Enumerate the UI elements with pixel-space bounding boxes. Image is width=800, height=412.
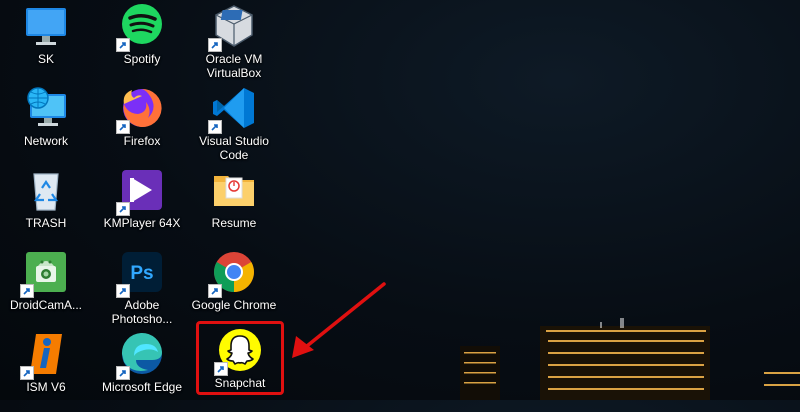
firefox-icon: [116, 84, 166, 134]
ism-icon: [20, 330, 70, 380]
shortcut-arrow-icon: [116, 120, 130, 134]
shortcut-arrow-icon: [208, 120, 222, 134]
desktop-icon-label: Oracle VM VirtualBox: [205, 52, 263, 80]
desktop-icon-spotify[interactable]: Spotify: [98, 2, 186, 84]
shortcut-arrow-icon: [208, 284, 222, 298]
desktop-icon-photoshop[interactable]: Ps Adobe Photosho...: [98, 248, 186, 330]
desktop-icon-label: DroidCamA...: [9, 298, 83, 312]
desktop-icon-sk[interactable]: SK: [2, 2, 90, 84]
desktop-icon-virtualbox[interactable]: Oracle VM VirtualBox: [190, 2, 278, 84]
folder-icon: [210, 166, 258, 214]
desktop-icon-label: TRASH: [25, 216, 67, 230]
kmplayer-icon: [116, 166, 166, 216]
desktop-icon-label: Visual Studio Code: [199, 134, 269, 162]
shortcut-arrow-icon: [116, 202, 130, 216]
recycle-bin-icon: [22, 166, 70, 214]
monitor-icon: [22, 2, 70, 50]
svg-text:Ps: Ps: [130, 263, 153, 284]
desktop: SK Spotify Oracle VM VirtualBox Network …: [0, 0, 800, 400]
desktop-icon-label: Spotify: [123, 52, 161, 66]
desktop-icon-label: Network: [23, 134, 68, 148]
desktop-icon-network[interactable]: Network: [2, 84, 90, 166]
desktop-icon-droidcam[interactable]: DroidCamA...: [2, 248, 90, 330]
desktop-icon-vscode[interactable]: Visual Studio Code: [190, 84, 278, 166]
desktop-icon-label: Adobe Photosho...: [111, 298, 173, 326]
desktop-icon-label: SK: [37, 52, 54, 66]
desktop-icon-label: Resume: [211, 216, 257, 230]
shortcut-arrow-icon: [116, 284, 130, 298]
shortcut-arrow-icon: [20, 366, 34, 380]
desktop-icon-label: Microsoft Edge: [101, 380, 183, 394]
desktop-icon-firefox[interactable]: Firefox: [98, 84, 186, 166]
chrome-icon: [208, 248, 258, 298]
highlight-box: [196, 321, 284, 395]
droidcam-icon: [20, 248, 70, 298]
shortcut-arrow-icon: [116, 366, 130, 380]
edge-icon: [116, 330, 166, 380]
desktop-icon-chrome[interactable]: Google Chrome: [190, 248, 278, 330]
photoshop-icon: Ps: [116, 248, 166, 298]
virtualbox-icon: [208, 2, 258, 52]
network-icon: [22, 84, 70, 132]
desktop-icon-kmplayer[interactable]: KMPlayer 64X: [98, 166, 186, 248]
desktop-icon-resume[interactable]: Resume: [190, 166, 278, 248]
desktop-icon-label: ISM V6: [26, 380, 66, 394]
spotify-icon: [116, 2, 166, 52]
desktop-icon-label: KMPlayer 64X: [103, 216, 181, 230]
desktop-icon-label: Google Chrome: [191, 298, 277, 312]
shortcut-arrow-icon: [208, 38, 222, 52]
shortcut-arrow-icon: [20, 284, 34, 298]
desktop-icon-trash[interactable]: TRASH: [2, 166, 90, 248]
vscode-icon: [208, 84, 258, 134]
desktop-icon-label: Firefox: [123, 134, 161, 148]
shortcut-arrow-icon: [116, 38, 130, 52]
